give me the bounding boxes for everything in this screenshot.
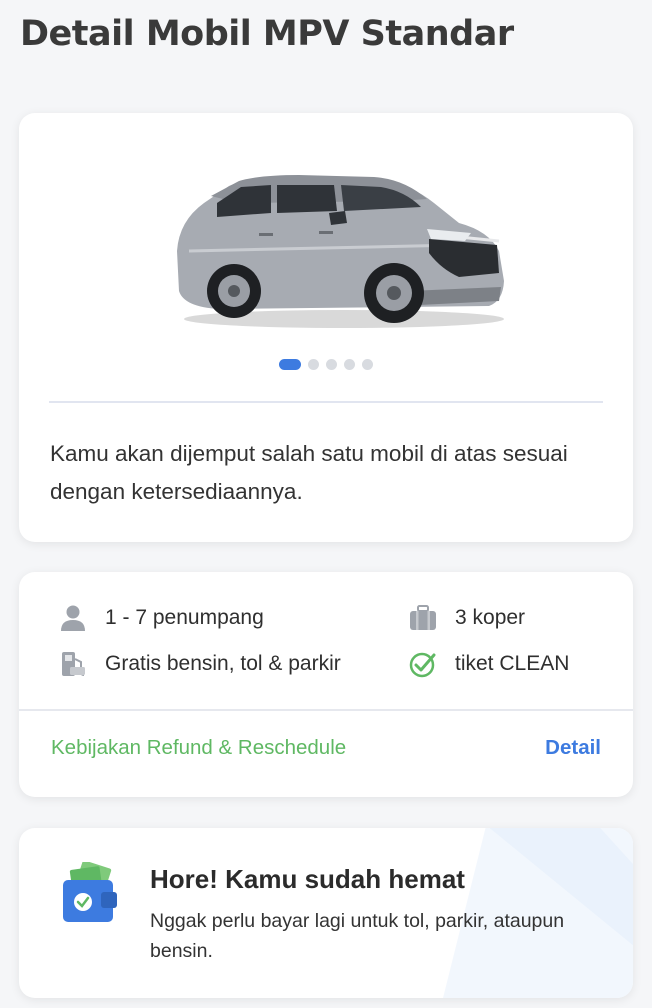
page-title: Detail Mobil MPV Standar xyxy=(20,14,514,54)
person-icon xyxy=(59,604,87,632)
luggage-label: 3 koper xyxy=(455,606,526,629)
carousel-dots[interactable] xyxy=(19,359,633,370)
saving-card: Hore! Kamu sudah hemat Nggak perlu bayar… xyxy=(19,828,633,998)
car-image[interactable] xyxy=(159,141,519,331)
carousel-dot-3[interactable] xyxy=(326,359,337,370)
feature-luggage: 3 koper xyxy=(409,604,525,632)
fuel-label: Gratis bensin, tol & parkir xyxy=(105,652,341,675)
divider xyxy=(49,401,603,403)
carousel-dot-5[interactable] xyxy=(362,359,373,370)
feature-clean: tiket CLEAN xyxy=(409,650,569,678)
info-card: 1 - 7 penumpang 3 koper Gratis bensin, t… xyxy=(19,572,633,797)
refund-policy-link[interactable]: Kebijakan Refund & Reschedule xyxy=(51,736,346,760)
car-card: Kamu akan dijemput salah satu mobil di a… xyxy=(19,113,633,542)
clean-label: tiket CLEAN xyxy=(455,652,570,675)
suitcase-icon xyxy=(409,604,437,632)
detail-link[interactable]: Detail xyxy=(545,736,601,760)
passengers-label: 1 - 7 penumpang xyxy=(105,606,264,629)
fuel-pump-icon xyxy=(59,650,87,678)
check-circle-icon xyxy=(409,650,437,678)
feature-fuel: Gratis bensin, tol & parkir xyxy=(59,650,341,678)
wallet-icon xyxy=(61,860,121,926)
saving-description: Nggak perlu bayar lagi untuk tol, parkir… xyxy=(150,910,565,962)
divider xyxy=(19,709,633,711)
carousel-dot-2[interactable] xyxy=(308,359,319,370)
saving-title: Hore! Kamu sudah hemat xyxy=(150,864,465,894)
feature-passengers: 1 - 7 penumpang xyxy=(59,604,264,632)
pickup-note: Kamu akan dijemput salah satu mobil di a… xyxy=(50,441,568,504)
carousel-dot-1[interactable] xyxy=(279,359,301,370)
carousel-dot-4[interactable] xyxy=(344,359,355,370)
